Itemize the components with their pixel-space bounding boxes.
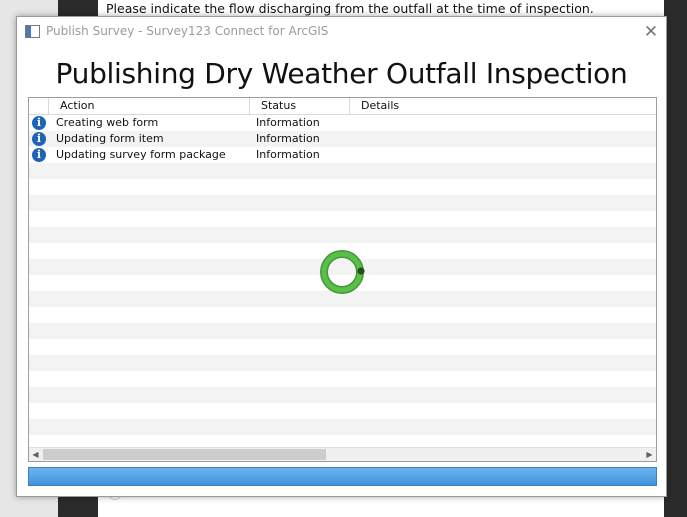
row-action: Updating survey form package [56, 148, 226, 161]
table-row-stripe [29, 355, 656, 371]
row-status: Information [256, 116, 320, 129]
table-row[interactable]: i Updating form item Information [29, 131, 656, 147]
column-header-action[interactable]: Action [49, 98, 250, 114]
scroll-left-arrow-icon[interactable]: ◀ [29, 448, 42, 461]
table-header: Action Status Details [29, 98, 656, 115]
column-header-details[interactable]: Details [350, 98, 656, 114]
publish-survey-dialog: Publish Survey - Survey123 Connect for A… [16, 16, 667, 497]
app-window-icon [25, 25, 40, 38]
table-row-stripe [29, 387, 656, 403]
column-header-icon[interactable] [29, 98, 49, 114]
table-row-stripe [29, 163, 656, 179]
table-row-stripe [29, 195, 656, 211]
publish-progress-bar [28, 467, 657, 486]
scroll-right-arrow-icon[interactable]: ▶ [643, 448, 656, 461]
info-icon: i [32, 132, 46, 146]
scrollbar-thumb[interactable] [43, 449, 326, 460]
table-row-stripe [29, 227, 656, 243]
info-icon: i [32, 148, 46, 162]
table-row[interactable]: i Creating web form Information [29, 115, 656, 131]
table-row-stripe [29, 419, 656, 435]
row-action: Updating form item [56, 132, 164, 145]
close-icon: ✕ [643, 22, 659, 42]
horizontal-scrollbar[interactable]: ◀ ▶ [29, 447, 656, 461]
row-status: Information [256, 148, 320, 161]
dialog-title: Publish Survey - Survey123 Connect for A… [46, 24, 329, 38]
page-title: Publishing Dry Weather Outfall Inspectio… [55, 57, 628, 90]
row-action: Creating web form [56, 116, 159, 129]
info-icon: i [32, 116, 46, 130]
table-row-stripe [29, 323, 656, 339]
dialog-titlebar: Publish Survey - Survey123 Connect for A… [17, 17, 666, 47]
background-question-text: Please indicate the flow discharging fro… [106, 1, 594, 16]
progress-fill [29, 468, 656, 485]
close-button[interactable]: ✕ [640, 21, 662, 43]
loading-spinner-icon [320, 250, 365, 294]
table-row[interactable]: i Updating survey form package Informati… [29, 147, 656, 163]
background-dark-strip-right [664, 0, 687, 517]
column-header-status[interactable]: Status [250, 98, 350, 114]
row-status: Information [256, 132, 320, 145]
